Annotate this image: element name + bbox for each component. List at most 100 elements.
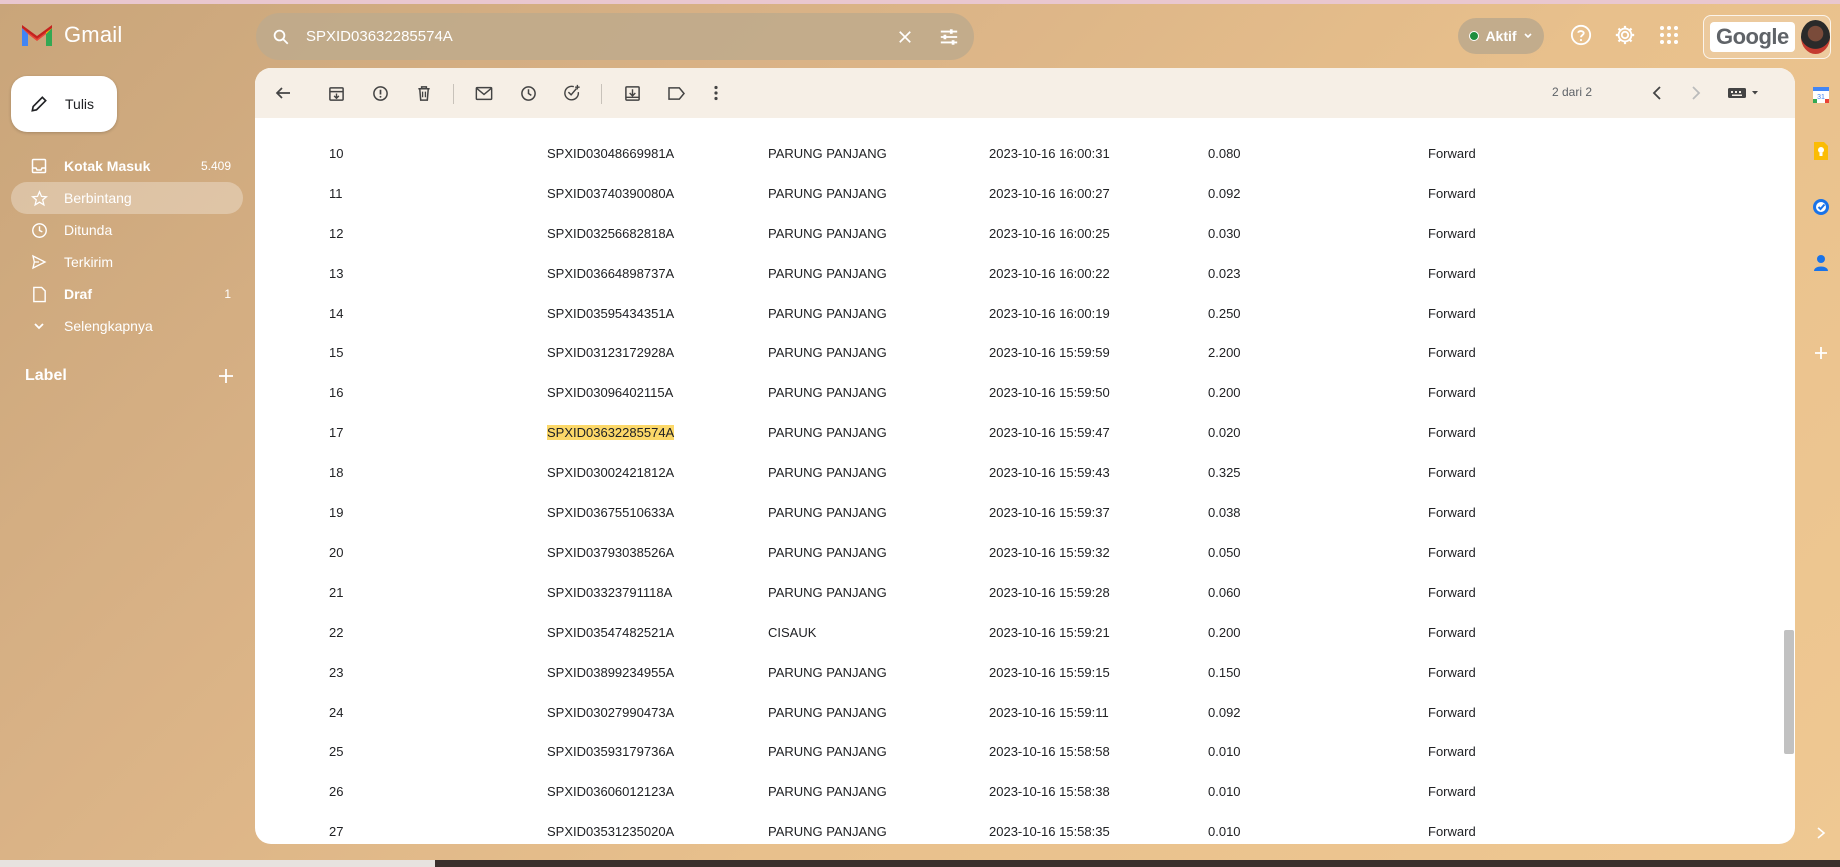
avatar[interactable] bbox=[1800, 20, 1830, 54]
snooze-clock-icon[interactable] bbox=[516, 81, 540, 105]
chevron-left-icon[interactable] bbox=[1645, 81, 1669, 105]
status-cell: Forward bbox=[1428, 584, 1476, 600]
clock-icon bbox=[29, 220, 49, 240]
keyboard-input-icon[interactable] bbox=[1724, 81, 1764, 105]
status-cell: Forward bbox=[1428, 505, 1476, 520]
table-row: 18 SPXID03002421812A PARUNG PANJANG 2023-10… bbox=[255, 453, 1775, 493]
apps-grid-icon[interactable] bbox=[1656, 22, 1682, 48]
tracking-id: SPXID03531235020A bbox=[547, 824, 675, 840]
row-number: 12 bbox=[329, 225, 344, 241]
status-dropdown[interactable]: Aktif bbox=[1458, 18, 1544, 54]
app-name: Gmail bbox=[64, 22, 123, 47]
gear-icon[interactable] bbox=[1612, 22, 1638, 48]
sidebar-item-starred[interactable]: Berbintang bbox=[11, 182, 243, 214]
sidebar-item-drafts[interactable]: Draf 1 bbox=[11, 278, 243, 310]
search-bar[interactable]: SPXID03632285574A bbox=[256, 13, 974, 60]
tasks-icon[interactable] bbox=[1810, 196, 1832, 218]
weight-cell: 0.020 bbox=[1208, 425, 1241, 441]
svg-text:31: 31 bbox=[1817, 94, 1825, 101]
expand-side-panel-icon[interactable] bbox=[1810, 822, 1832, 844]
pencil-icon bbox=[31, 96, 47, 112]
archive-icon[interactable] bbox=[324, 81, 348, 105]
sidebar-item-sent[interactable]: Terkirim bbox=[11, 246, 243, 278]
weight-cell: 0.325 bbox=[1208, 465, 1241, 481]
location-cell: PARUNG PANJANG bbox=[768, 345, 887, 361]
compose-label: Tulis bbox=[65, 96, 95, 112]
table-row: 24 SPXID03027990473A PARUNG PANJANG 2023-10… bbox=[255, 693, 1775, 733]
tracking-id: SPXID03048669981A bbox=[547, 145, 675, 161]
unread-count: 5.409 bbox=[200, 159, 231, 173]
location-cell: PARUNG PANJANG bbox=[768, 225, 887, 241]
account-switcher[interactable]: Google bbox=[1703, 15, 1831, 59]
chevron-right-icon[interactable] bbox=[1684, 81, 1708, 105]
message-toolbar: 2 dari 2 bbox=[255, 68, 1795, 118]
search-input[interactable]: SPXID03632285574A bbox=[306, 28, 894, 45]
calendar-icon[interactable]: 31 bbox=[1810, 84, 1832, 106]
more-vert-icon[interactable] bbox=[704, 81, 728, 105]
tracking-id: SPXID03793038526A bbox=[547, 544, 675, 560]
pagination-count: 2 dari 2 bbox=[1552, 85, 1593, 99]
draft-count: 1 bbox=[224, 287, 231, 301]
back-arrow-icon[interactable] bbox=[271, 81, 295, 105]
draft-icon bbox=[29, 284, 49, 304]
sidebar-item-snoozed[interactable]: Ditunda bbox=[11, 214, 243, 246]
row-number: 17 bbox=[329, 425, 344, 441]
sidebar-item-label: Ditunda bbox=[64, 222, 113, 238]
timestamp-cell: 2023-10-16 16:00:31 bbox=[989, 145, 1110, 161]
row-number: 13 bbox=[329, 265, 344, 281]
table-row: 17 SPXID03632285574A PARUNG PANJANG 2023-10… bbox=[255, 413, 1775, 453]
add-addon-icon[interactable] bbox=[1810, 342, 1832, 364]
location-cell: PARUNG PANJANG bbox=[768, 425, 887, 441]
compose-button[interactable]: Tulis bbox=[11, 76, 117, 132]
timestamp-cell: 2023-10-16 16:00:27 bbox=[989, 185, 1110, 201]
sidebar-item-more[interactable]: Selengkapnya bbox=[11, 310, 243, 342]
timestamp-cell: 2023-10-16 15:59:50 bbox=[989, 385, 1110, 401]
mark-unread-icon[interactable] bbox=[472, 81, 496, 105]
gmail-m-icon bbox=[22, 25, 52, 46]
weight-cell: 0.150 bbox=[1208, 664, 1241, 680]
keep-icon[interactable] bbox=[1810, 140, 1832, 162]
report-spam-icon[interactable] bbox=[368, 81, 392, 105]
search-icon[interactable] bbox=[270, 26, 292, 48]
tracking-id: SPXID03027990473A bbox=[547, 704, 675, 720]
table-row: 22 SPXID03547482521A CISAUK 2023-10-16 15:5… bbox=[255, 613, 1775, 653]
tracking-id: SPXID03740390080A bbox=[547, 185, 675, 201]
sidebar-item-inbox[interactable]: Kotak Masuk 5.409 bbox=[11, 150, 243, 182]
add-to-tasks-icon[interactable] bbox=[560, 81, 584, 105]
sidebar-item-label: Selengkapnya bbox=[64, 318, 153, 334]
row-number: 11 bbox=[329, 185, 343, 201]
chevron-down-icon bbox=[1523, 33, 1532, 39]
help-icon[interactable] bbox=[1568, 22, 1594, 48]
row-number: 23 bbox=[329, 664, 344, 680]
location-cell: PARUNG PANJANG bbox=[768, 784, 887, 800]
tracking-id: SPXID03096402115A bbox=[547, 385, 674, 401]
status-label: Aktif bbox=[1485, 28, 1517, 44]
chevron-down-icon bbox=[29, 316, 49, 336]
taskbar-segment bbox=[0, 860, 435, 867]
status-cell: Forward bbox=[1428, 704, 1476, 720]
move-to-icon[interactable] bbox=[620, 81, 644, 105]
timestamp-cell: 2023-10-16 15:58:38 bbox=[989, 784, 1110, 800]
timestamp-cell: 2023-10-16 16:00:22 bbox=[989, 265, 1110, 281]
location-cell: PARUNG PANJANG bbox=[768, 824, 887, 840]
table-row: 27 SPXID03531235020A PARUNG PANJANG 2023-10… bbox=[255, 812, 1775, 844]
delete-icon[interactable] bbox=[412, 81, 436, 105]
close-icon[interactable] bbox=[894, 26, 916, 48]
scrollbar-thumb[interactable] bbox=[1784, 630, 1794, 754]
sidebar-item-label: Draf bbox=[64, 286, 93, 302]
plus-icon bbox=[219, 369, 233, 383]
status-cell: Forward bbox=[1428, 385, 1476, 401]
contacts-icon[interactable] bbox=[1810, 252, 1832, 274]
weight-cell: 0.080 bbox=[1208, 145, 1241, 161]
table-row: 10 SPXID03048669981A PARUNG PANJANG 2023-10… bbox=[255, 134, 1775, 174]
row-number: 25 bbox=[329, 744, 344, 760]
status-cell: Forward bbox=[1428, 624, 1476, 640]
search-options-icon[interactable] bbox=[938, 26, 960, 48]
row-number: 18 bbox=[329, 465, 344, 481]
label-tag-icon[interactable] bbox=[664, 81, 688, 105]
table-row: 16 SPXID03096402115A PARUNG PANJANG 2023-10… bbox=[255, 373, 1775, 413]
sidebar-item-label: Kotak Masuk bbox=[64, 158, 151, 174]
tracking-id: SPXID03899234955A bbox=[547, 664, 675, 680]
add-label-button[interactable] bbox=[216, 366, 236, 386]
gmail-logo[interactable]: Gmail bbox=[20, 22, 122, 48]
